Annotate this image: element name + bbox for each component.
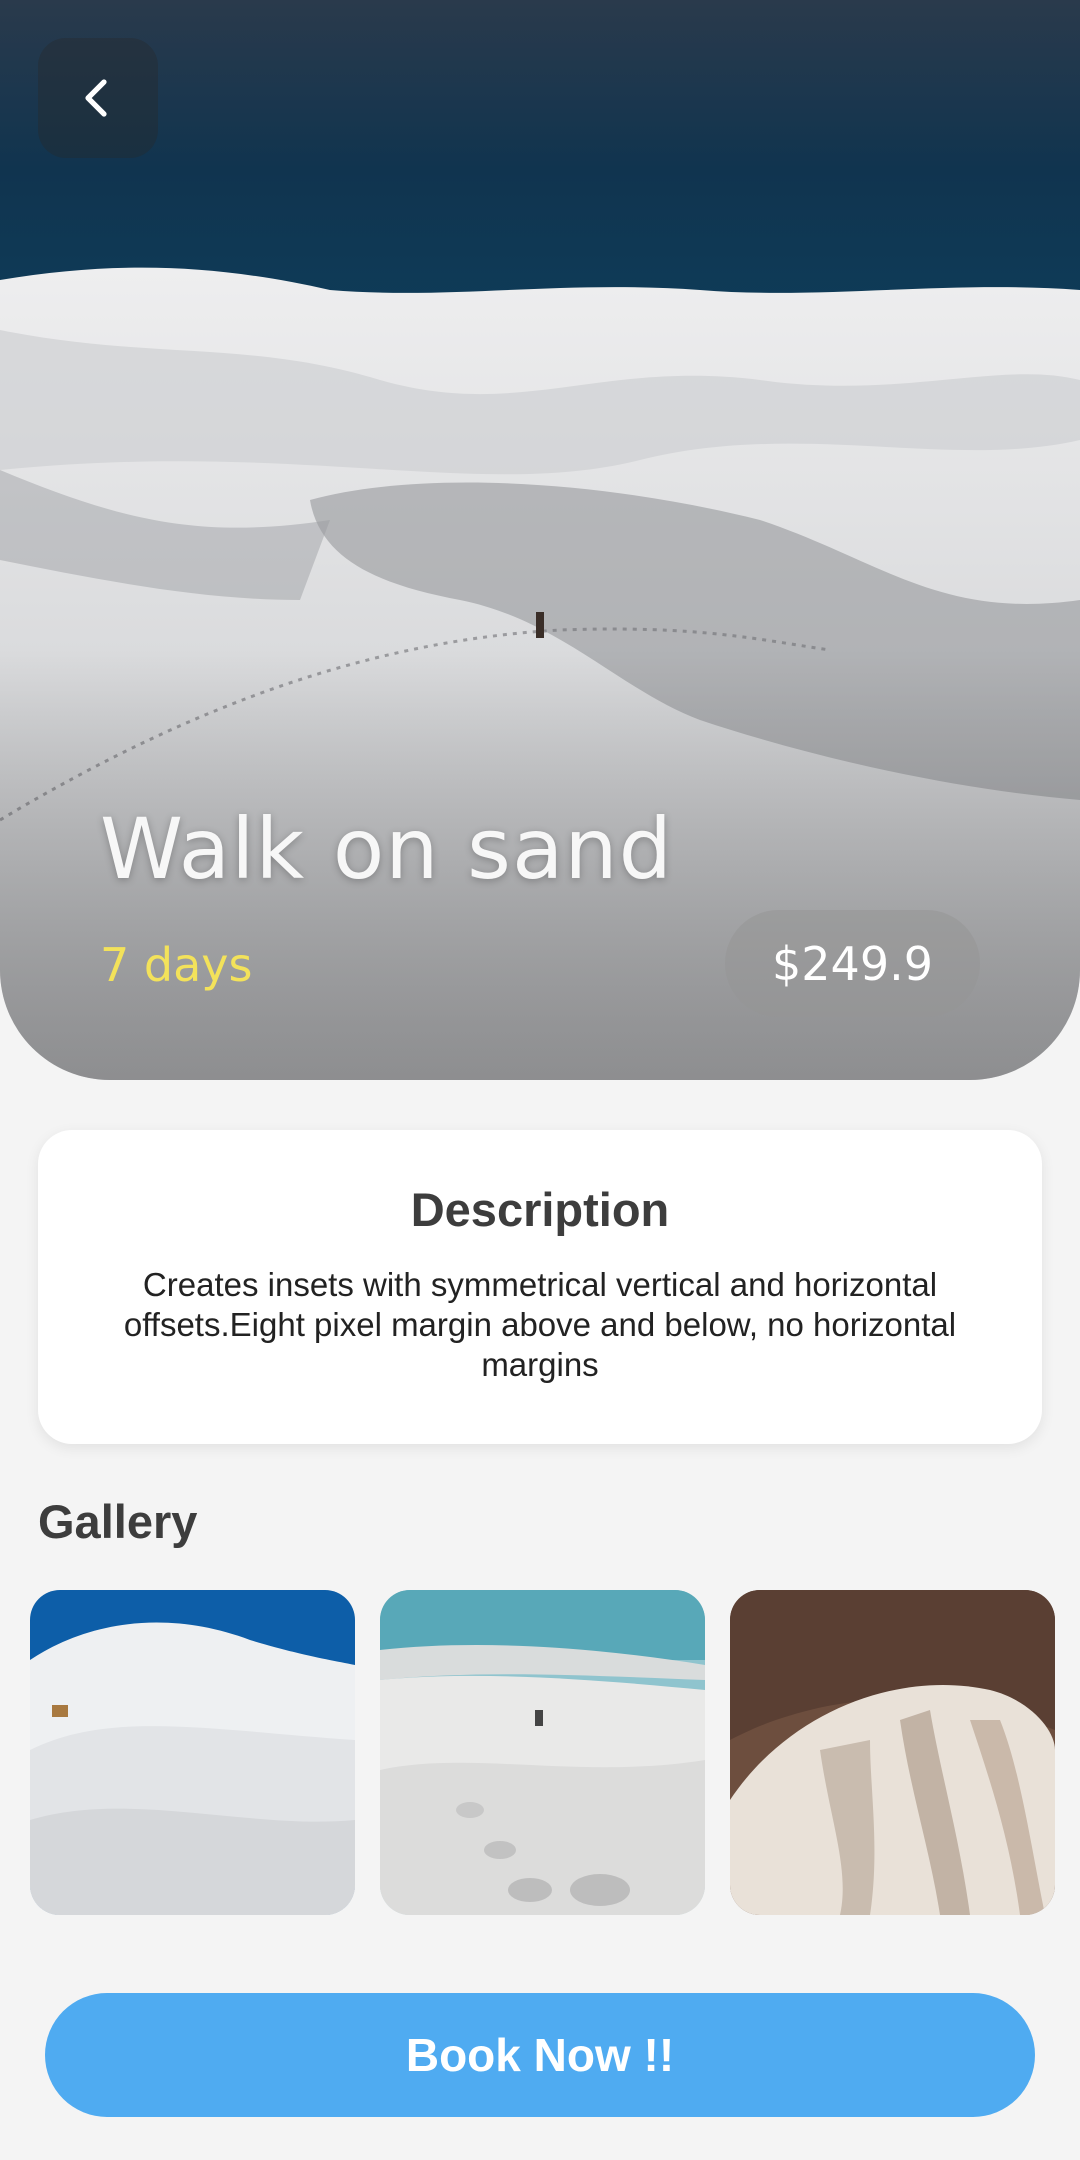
description-card: Description Creates insets with symmetri… [38,1130,1042,1444]
gallery-image-dune-ridges[interactable] [730,1590,1055,1915]
gallery-image-footprints-beach[interactable] [380,1590,705,1915]
book-now-button[interactable]: Book Now !! [45,1993,1035,2117]
trip-title: Walk on sand [100,800,673,898]
trip-duration: 7 days [100,938,253,992]
chevron-left-icon [85,79,107,117]
description-text: Creates insets with symmetrical vertical… [123,1266,957,1383]
back-button[interactable] [38,38,158,158]
gallery-title: Gallery [38,1495,198,1548]
description-title: Description [410,1183,670,1236]
gallery-image-dunes-camel[interactable] [30,1590,355,1915]
hero-banner: Walk on sand 7 days $249.9 [0,0,1080,1080]
price-badge: $249.9 [725,910,980,1017]
